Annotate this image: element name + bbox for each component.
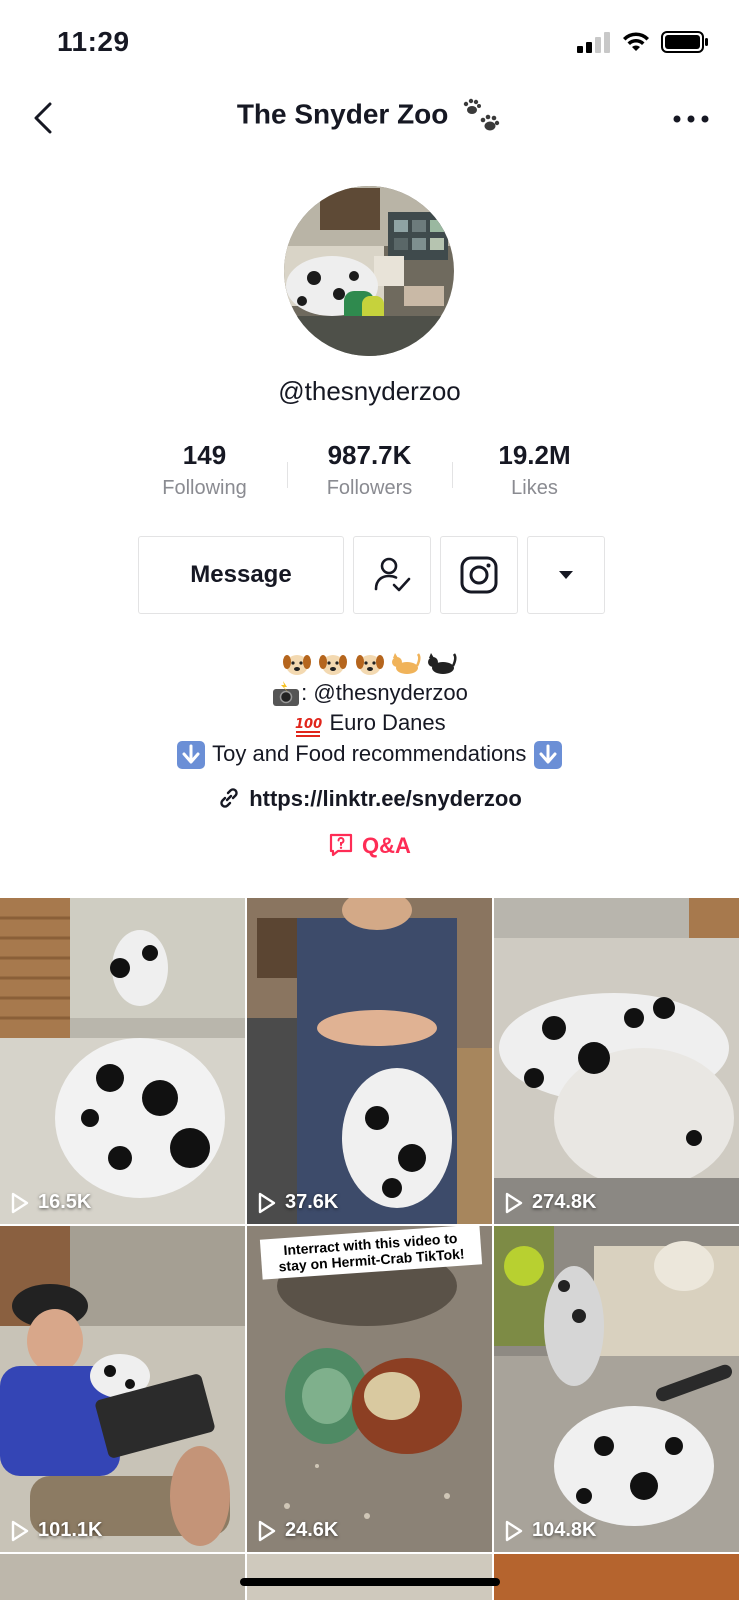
- avatar[interactable]: [284, 186, 454, 356]
- video-tile[interactable]: 101.1K: [0, 1226, 245, 1552]
- paw-prints-icon: [463, 98, 500, 131]
- profile-actions: Message: [138, 536, 605, 614]
- video-tile[interactable]: Interract with this video to stay on Her…: [247, 1226, 492, 1552]
- dog-face-emoji-icon: [355, 655, 384, 676]
- page-title-text: The Snyder Zoo: [236, 98, 449, 130]
- stat-likes[interactable]: 19.2M Likes: [453, 440, 617, 500]
- profile-username: @thesnyderzoo: [278, 376, 461, 406]
- stat-following-value: 149: [182, 440, 227, 470]
- down-arrow-emoji-icon: [177, 740, 206, 769]
- video-tile[interactable]: 274.8K: [494, 898, 739, 1224]
- dog-face-emoji-icon: [319, 655, 348, 676]
- bio-euro-danes-line: 100 Euro Danes: [0, 708, 739, 738]
- bio-euro-danes-text: Euro Danes: [329, 710, 446, 736]
- video-tile-partial[interactable]: [247, 1554, 492, 1600]
- camera-flash-emoji-icon: [273, 681, 300, 707]
- more-dots-icon: [673, 115, 709, 123]
- video-view-count-text: 101.1K: [38, 1519, 103, 1541]
- instagram-icon: [460, 556, 498, 594]
- down-arrow-emoji-icon: [533, 740, 562, 769]
- link-icon: [220, 788, 238, 808]
- bio-link[interactable]: https://linktr.ee/snyderzoo: [0, 786, 739, 812]
- video-view-count: 37.6K: [257, 1191, 338, 1214]
- stat-followers-label: Followers: [326, 477, 413, 499]
- video-grid: 16.5K 37.6K 274.8K 101.1K Interract with…: [0, 898, 739, 1552]
- profile-stats: 149 Following 987.7K Followers 19.2M Lik…: [0, 440, 739, 500]
- video-tile-partial[interactable]: [494, 1554, 739, 1600]
- video-thumbnail: [494, 898, 739, 1224]
- home-indicator[interactable]: [240, 1578, 500, 1586]
- wifi-icon: [623, 32, 649, 51]
- video-view-count-text: 104.8K: [532, 1519, 597, 1541]
- play-icon: [11, 1520, 29, 1541]
- more-options-button[interactable]: [671, 104, 711, 134]
- bio-recommendations-line: Toy and Food recommendations: [0, 739, 739, 769]
- cat-emoji-icon: [391, 653, 421, 675]
- play-icon: [258, 1192, 276, 1213]
- following-status-button[interactable]: [353, 536, 431, 614]
- video-view-count-text: 37.6K: [285, 1191, 339, 1213]
- status-icons: [577, 30, 709, 54]
- status-bar: 11:29: [0, 0, 739, 90]
- play-icon: [11, 1192, 29, 1213]
- stat-following[interactable]: 149 Following: [123, 440, 287, 500]
- stat-likes-value: 19.2M: [498, 440, 571, 470]
- caret-down-icon: [559, 571, 573, 579]
- qa-label: Q&A: [362, 833, 411, 858]
- video-thumbnail: [494, 1226, 739, 1552]
- play-icon: [505, 1192, 523, 1213]
- battery-icon: [661, 31, 708, 53]
- qa-icon: [329, 833, 353, 857]
- avatar-image: [284, 186, 454, 356]
- instagram-button[interactable]: [440, 536, 518, 614]
- video-view-count: 16.5K: [10, 1191, 91, 1214]
- bio-instagram-handle: : @thesnyderzoo: [301, 680, 468, 706]
- bio-camera-line: : @thesnyderzoo: [0, 678, 739, 708]
- video-tile[interactable]: 37.6K: [247, 898, 492, 1224]
- signal-icon: [577, 32, 610, 53]
- message-button[interactable]: Message: [138, 536, 344, 614]
- video-thumbnail: [0, 1226, 245, 1552]
- stat-followers-value: 987.7K: [327, 440, 412, 470]
- black-cat-emoji-icon: [427, 653, 457, 675]
- video-view-count-text: 16.5K: [38, 1191, 92, 1213]
- suggested-accounts-dropdown[interactable]: [527, 536, 605, 614]
- dog-face-emoji-icon: [283, 655, 312, 676]
- video-view-count: 24.6K: [257, 1519, 338, 1542]
- svg-text:100: 100: [295, 717, 322, 732]
- qa-button[interactable]: Q&A: [0, 832, 739, 859]
- video-tile[interactable]: 104.8K: [494, 1226, 739, 1552]
- profile-header: The Snyder Zoo: [0, 90, 739, 146]
- page-title: The Snyder Zoo: [0, 98, 739, 134]
- video-view-count: 274.8K: [504, 1191, 597, 1214]
- video-view-count: 104.8K: [504, 1519, 597, 1542]
- hundred-points-emoji-icon: 100: [295, 717, 322, 737]
- profile-bio: : @thesnyderzoo 100 Euro Danes Toy and F…: [0, 648, 739, 769]
- video-grid-next-row: [0, 1554, 739, 1600]
- status-time: 11:29: [57, 26, 130, 57]
- video-view-count: 101.1K: [10, 1519, 103, 1542]
- bio-recommendations-text: Toy and Food recommendations: [212, 740, 527, 766]
- stat-likes-label: Likes: [511, 477, 558, 499]
- video-thumbnail: [247, 898, 492, 1224]
- stat-followers[interactable]: 987.7K Followers: [288, 440, 452, 500]
- video-tile-partial[interactable]: [0, 1554, 245, 1600]
- bio-emoji-line: [0, 648, 739, 678]
- video-thumbnail: [0, 898, 245, 1224]
- user-check-icon: [374, 557, 411, 592]
- video-tile[interactable]: 16.5K: [0, 898, 245, 1224]
- play-icon: [258, 1520, 276, 1541]
- video-view-count-text: 24.6K: [285, 1519, 339, 1541]
- bio-link-text: https://linktr.ee/snyderzoo: [249, 786, 522, 811]
- video-view-count-text: 274.8K: [532, 1191, 597, 1213]
- stat-following-label: Following: [162, 477, 247, 499]
- play-icon: [505, 1520, 523, 1541]
